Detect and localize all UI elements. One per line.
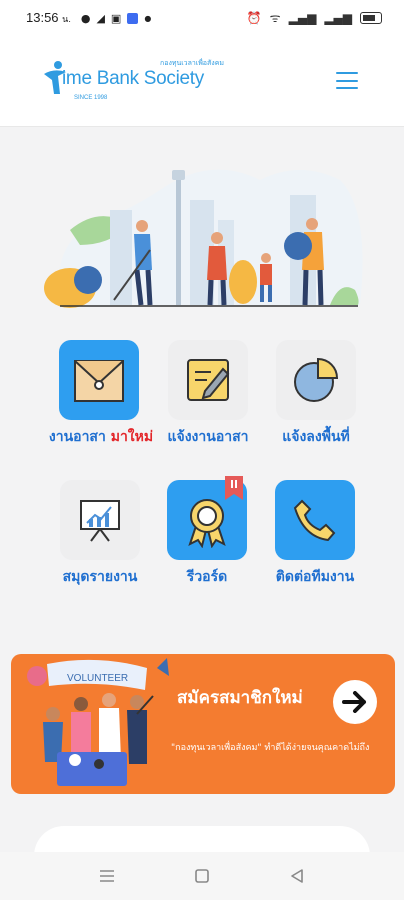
back-triangle-icon[interactable] [277,861,317,891]
volunteers-illustration: VOLUNTEER [27,658,169,786]
menu-contact-team[interactable]: ติดต่อทีมงาน [263,480,367,588]
hamburger-icon[interactable] [336,72,358,89]
new-badge: มาใหม่ [110,429,154,445]
app-icon [127,12,139,24]
home-square-icon[interactable] [182,861,222,891]
pie-chart-icon [294,357,339,402]
alarm-icon: ⏰ [246,10,262,25]
phone-icon [293,499,336,542]
logo-since-text: SINCE 1998 [74,95,108,101]
wifi-icon: ᯤ [269,11,281,25]
signup-title: สมัครสมาชิกใหม่ [177,688,303,708]
volunteer-sign-text: VOLUNTEER [67,673,128,684]
clipboard-icon: ▣ [110,11,122,25]
bookmark-badge-icon [225,476,243,500]
system-nav-bar [0,852,404,900]
status-time: 13:56 น. [26,10,71,25]
signup-arrow-button[interactable] [333,680,377,724]
battery-icon [360,11,382,24]
signal-icon: ▂▄▆ [288,10,317,25]
signup-banner[interactable]: VOLUNTEER สมัครสมาชิกใหม่ "กองทุนเวลาเพื… [11,654,395,794]
menu-report-book-label: สมุดรายงาน [62,569,138,585]
logo[interactable]: กองทุนเวลาเพื่อสังคม ime Bank Society SI… [42,58,224,108]
signal-icon: ▂▄▆ [324,10,352,25]
menu-contact-label: ติดต่อทีมงาน [275,569,355,585]
line-icon: ● [80,11,91,25]
telegram-icon: ◢ [96,11,105,25]
note-edit-icon [187,359,230,401]
award-ribbon-icon [188,499,226,548]
menu-rewards-label: รีวอร์ด [186,569,228,585]
menu-report-job-label: แจ้งงานอาสา [167,429,249,445]
logo-brand-text: ime Bank Society [62,68,204,89]
presentation-chart-icon [80,500,120,542]
status-bar: 13:56 น. ● ◢ ▣ ● ⏰ ᯤ ▂▄▆ ▂▄▆ [0,0,404,36]
menu-rewards[interactable]: รีวอร์ด [155,476,259,588]
menu-report-volunteer-job[interactable]: แจ้งงานอาสา [156,340,260,448]
arrow-right-icon [342,691,366,713]
app-header: กองทุนเวลาเพื่อสังคม ime Bank Society SI… [0,36,404,127]
hero-volunteer-illustration [44,169,363,308]
envelope-icon [74,360,124,402]
menu-report-book[interactable]: สมุดรายงาน [48,480,152,588]
menu-volunteer-jobs[interactable]: งานอาสา มาใหม่ [47,340,154,448]
menu-volunteer-label: งานอาสา [48,429,111,445]
menu-report-field-visit[interactable]: แจ้งลงพื้นที่ [264,340,368,448]
menu-nav-icon[interactable] [87,861,127,891]
menu-field-visit-label: แจ้งลงพื้นที่ [282,429,350,445]
signup-subtitle: "กองทุนเวลาเพื่อสังคม" ทำดีได้ง่ายจนคุณค… [171,743,370,753]
dot-icon: ● [144,13,152,23]
